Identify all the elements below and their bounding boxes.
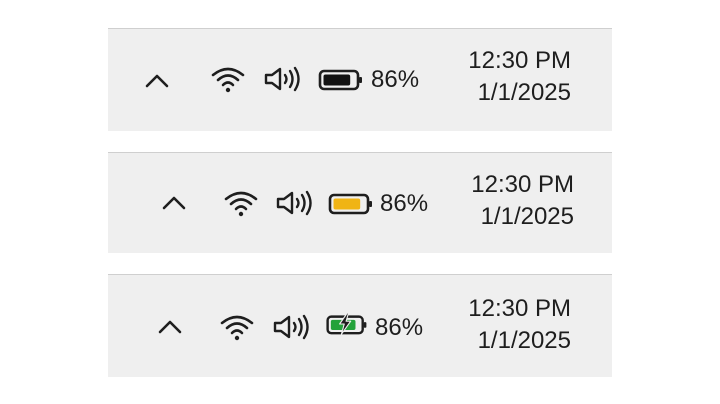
clock-time: 12:30 PM [468, 295, 571, 322]
taskbar-tray-comparison: 86% 12:30 PM 1/1/2025 86% 12:30 PM 1/1/2… [0, 0, 720, 404]
battery-level-fill [323, 74, 351, 86]
wifi-icon[interactable] [223, 189, 259, 217]
battery-percentage: 86% [380, 190, 429, 217]
battery-percentage: 86% [371, 66, 420, 93]
system-tray-charging: 86% 12:30 PM 1/1/2025 [108, 274, 612, 377]
battery-level-fill [333, 198, 361, 210]
show-hidden-icons-chevron-up-icon[interactable] [143, 71, 171, 89]
clock-time: 12:30 PM [471, 171, 574, 198]
clock[interactable]: 12:30 PM 1/1/2025 [444, 169, 574, 233]
volume-icon[interactable] [272, 313, 312, 341]
battery-percentage: 86% [375, 314, 424, 341]
battery-icon[interactable] [318, 68, 364, 92]
battery-saver-icon[interactable] [328, 192, 374, 216]
clock-date: 1/1/2025 [477, 327, 571, 354]
battery-charging-icon[interactable] [324, 312, 370, 336]
charging-bolt-icon [339, 312, 352, 335]
wifi-icon[interactable] [210, 65, 246, 93]
volume-icon[interactable] [275, 189, 315, 217]
clock-time: 12:30 PM [468, 47, 571, 74]
show-hidden-icons-chevron-up-icon[interactable] [160, 193, 188, 211]
system-tray-normal: 86% 12:30 PM 1/1/2025 [108, 28, 612, 131]
show-hidden-icons-chevron-up-icon[interactable] [156, 317, 184, 335]
wifi-icon[interactable] [219, 313, 255, 341]
volume-icon[interactable] [263, 65, 303, 93]
clock-date: 1/1/2025 [480, 203, 574, 230]
clock[interactable]: 12:30 PM 1/1/2025 [441, 293, 571, 357]
system-tray-battery-saver: 86% 12:30 PM 1/1/2025 [108, 152, 612, 253]
clock[interactable]: 12:30 PM 1/1/2025 [441, 45, 571, 109]
clock-date: 1/1/2025 [477, 79, 571, 106]
